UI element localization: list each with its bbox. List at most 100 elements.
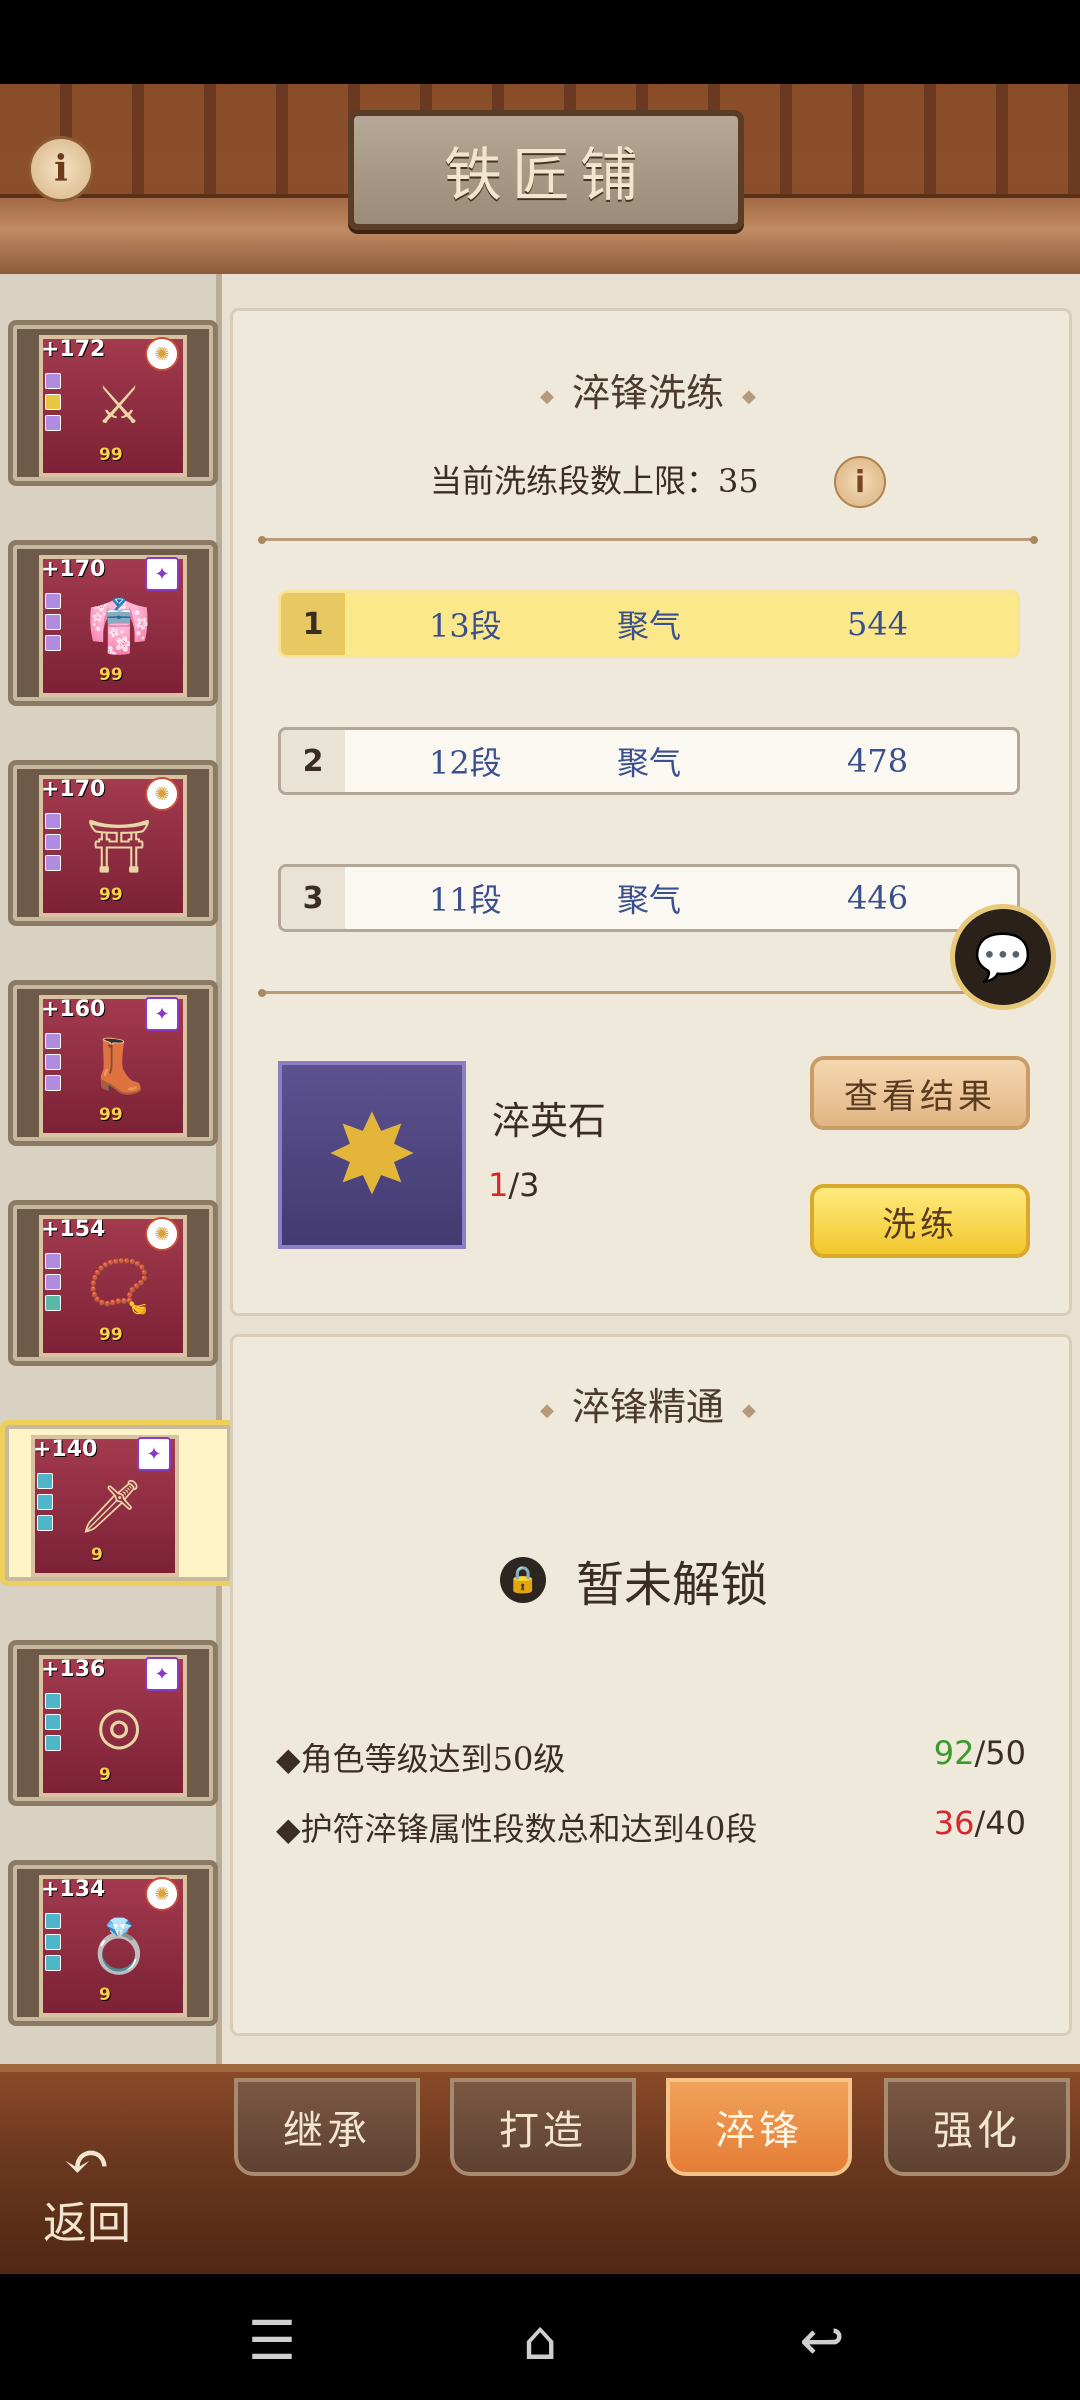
row-index: 1 <box>281 593 345 655</box>
equipment-count: 99 <box>99 665 123 685</box>
equipment-count: 99 <box>99 1325 123 1345</box>
mastery-title-text: 淬锋精通 <box>571 1385 724 1429</box>
equipment-count: 9 <box>91 1545 103 1565</box>
quality-badge-icon: ✺ <box>145 1877 179 1911</box>
tab-temper[interactable]: 淬锋 <box>666 2078 852 2176</box>
locked-status: 🔒 暂未解锁 <box>500 1545 768 1615</box>
tab-enhance[interactable]: 强化 <box>884 2078 1070 2176</box>
equipment-level: +170 <box>41 557 106 582</box>
divider <box>264 538 1034 541</box>
equipment-slot-6-selected[interactable]: +140 ✦ 🗡 9 <box>0 1420 236 1586</box>
page-title: 铁匠铺 <box>443 141 648 209</box>
requirement-text: ◆角色等级达到50级 <box>276 1740 566 1778</box>
row-level: 13段 <box>429 607 502 645</box>
menu-icon[interactable]: ☰ <box>232 2300 312 2380</box>
row-index: 3 <box>281 867 345 929</box>
requirement-progress: 36/40 <box>934 1804 1026 1850</box>
equipment-level: +160 <box>41 997 106 1022</box>
refine-button[interactable]: 洗练 <box>810 1184 1030 1258</box>
equipment-slot-5[interactable]: +154 ✺ 📿 99 <box>8 1200 218 1366</box>
locked-text: 暂未解锁 <box>576 1557 769 1613</box>
sword-icon: ⚔ <box>95 376 143 436</box>
quality-badge-icon: ✦ <box>145 557 179 591</box>
equipment-level: +170 <box>41 777 106 802</box>
gem-slots <box>45 813 61 876</box>
mastery-section-title: 淬锋精通 <box>230 1376 1066 1431</box>
equipment-slot-7[interactable]: +136 ✦ ◎ 9 <box>8 1640 218 1806</box>
home-icon[interactable]: ⌂ <box>500 2300 580 2380</box>
row-level: 12段 <box>429 744 502 782</box>
tab-inherit[interactable]: 继承 <box>234 2078 420 2176</box>
divider <box>264 991 1034 994</box>
requirement-progress: 92/50 <box>934 1734 1026 1780</box>
equipment-level: +172 <box>41 337 106 362</box>
quality-badge-icon: ✦ <box>137 1437 171 1471</box>
quality-badge-icon: ✺ <box>145 1217 179 1251</box>
equipment-slot-2[interactable]: +170 ✦ 👘 99 <box>8 540 218 706</box>
crystal-icon: ✸ <box>325 1091 419 1219</box>
quality-badge-icon: ✺ <box>145 777 179 811</box>
equipment-count: 9 <box>99 1985 111 2005</box>
divider-dot <box>258 989 266 997</box>
refine-title-text: 淬锋洗练 <box>571 371 724 415</box>
equipment-slot-8[interactable]: +134 ✺ 💍 9 <box>8 1860 218 2026</box>
equipment-slot-1[interactable]: +172 ✺ ⚔ 99 <box>8 320 218 486</box>
refine-limit-text: 当前洗练段数上限：35 <box>430 462 759 500</box>
requirement-total: /40 <box>974 1804 1027 1842</box>
refine-row-1[interactable]: 1 13段 聚气 544 <box>278 590 1020 658</box>
gem-slots <box>37 1473 53 1536</box>
requirement-text: ◆护符淬锋属性段数总和达到40段 <box>276 1810 758 1848</box>
gem-slots <box>45 1693 61 1756</box>
back-arrow-icon: ↶ <box>63 2130 111 2195</box>
requirement-1: ◆角色等级达到50级 92/50 <box>276 1734 1026 1780</box>
row-value: 544 <box>847 605 909 643</box>
equipment-count: 99 <box>99 445 123 465</box>
talisman-icon: 🗡 <box>77 1476 144 1537</box>
title-plate: 铁匠铺 <box>348 110 744 230</box>
divider-dot <box>258 536 266 544</box>
tab-forge[interactable]: 打造 <box>450 2078 636 2176</box>
back-button[interactable]: ↶ 返回 <box>32 2130 142 2250</box>
equipment-slot-4[interactable]: +160 ✦ 👢 99 <box>8 980 218 1146</box>
mastery-panel <box>230 1334 1072 2036</box>
quality-badge-icon: ✺ <box>145 337 179 371</box>
refine-section-title: 淬锋洗练 <box>230 362 1066 417</box>
requirement-2: ◆护符淬锋属性段数总和达到40段 36/40 <box>276 1804 1026 1850</box>
back-label: 返回 <box>43 2198 131 2249</box>
view-results-button[interactable]: 查看结果 <box>810 1056 1030 1130</box>
info-icon[interactable]: i <box>28 136 94 202</box>
equipment-count: 99 <box>99 885 123 905</box>
refine-row-3[interactable]: 3 11段 聚气 446 <box>278 864 1020 932</box>
refine-row-2[interactable]: 2 12段 聚气 478 <box>278 727 1020 795</box>
equipment-count: 99 <box>99 1105 123 1125</box>
limit-info-icon[interactable]: i <box>834 456 886 508</box>
requirement-total: /50 <box>974 1734 1027 1772</box>
equipment-level: +140 <box>33 1437 98 1462</box>
gem-slots <box>45 1913 61 1976</box>
gem-slots <box>45 1253 61 1316</box>
equipment-level: +136 <box>41 1657 106 1682</box>
divider-dot <box>1030 536 1038 544</box>
material-slot[interactable]: ✸ <box>278 1061 466 1249</box>
material-have: 1 <box>488 1166 509 1204</box>
quality-badge-icon: ✦ <box>145 997 179 1031</box>
material-need: /3 <box>508 1166 540 1204</box>
row-attribute: 聚气 <box>617 744 682 782</box>
gem-slots <box>45 1033 61 1096</box>
belt-icon: ⛩ <box>85 816 152 877</box>
row-value: 446 <box>847 879 909 917</box>
quality-badge-icon: ✦ <box>145 1657 179 1691</box>
row-attribute: 聚气 <box>617 881 682 919</box>
row-attribute: 聚气 <box>617 607 682 645</box>
equipment-slot-3[interactable]: +170 ✺ ⛩ 99 <box>8 760 218 926</box>
chat-bubble-icon[interactable]: 💬 <box>950 904 1056 1010</box>
material-name: 淬英石 <box>492 1099 607 1143</box>
row-level: 11段 <box>429 881 502 919</box>
requirement-current: 92 <box>933 1734 975 1772</box>
bracer-icon: ◎ <box>96 1696 142 1756</box>
requirement-current: 36 <box>933 1804 975 1842</box>
back-nav-icon[interactable]: ↩ <box>782 2300 862 2380</box>
equipment-count: 9 <box>99 1765 111 1785</box>
equipment-level: +154 <box>41 1217 106 1242</box>
row-value: 478 <box>847 742 909 780</box>
